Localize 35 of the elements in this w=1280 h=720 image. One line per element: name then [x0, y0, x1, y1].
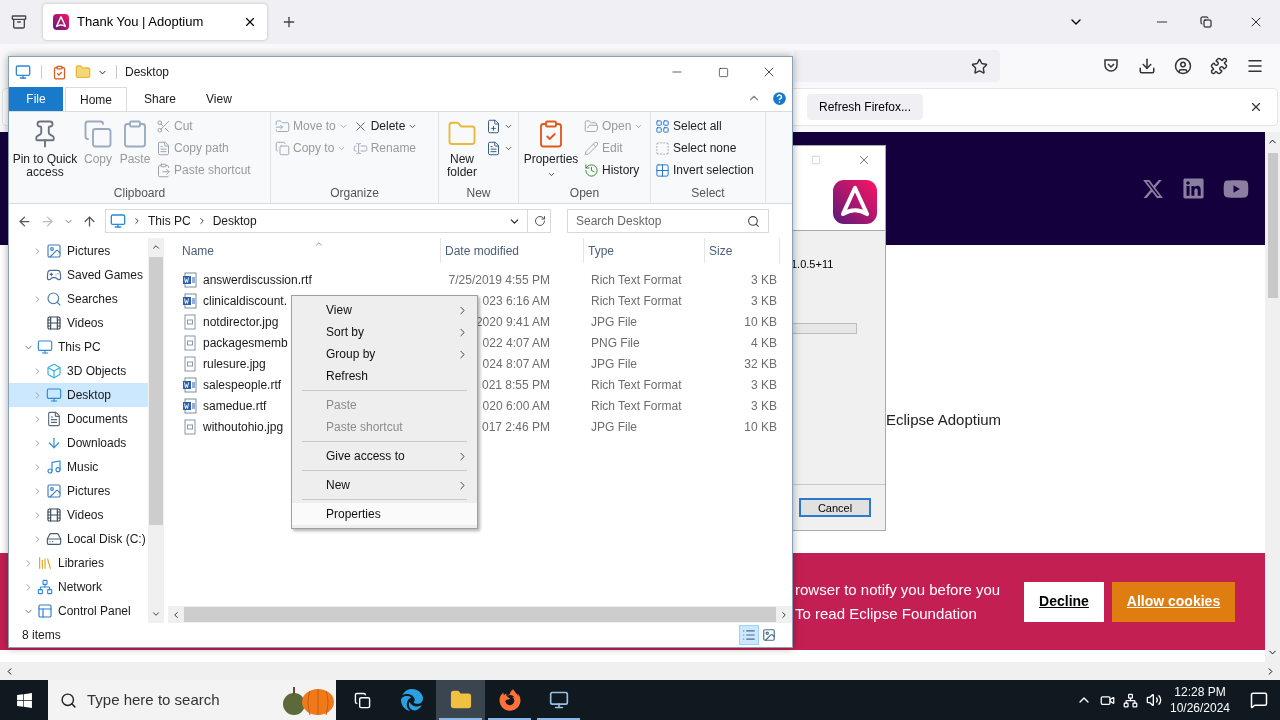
table-cell-text: 7/25/2019 4:55 PM: [447, 271, 551, 289]
group-label: New: [465, 186, 492, 201]
table-cell-text: 32 KB: [743, 355, 777, 373]
table-cell-text: 022 4:07 AM: [481, 334, 551, 352]
table-cell-text: Rich Text Format: [590, 397, 683, 415]
status-text: 8 items: [22, 627, 61, 644]
table-cell-text: 2020 9:41 AM: [474, 313, 551, 331]
table-cell-text: 3 KB: [750, 376, 777, 394]
body-text: Eclipse Adoptium: [886, 411, 1002, 428]
table-cell-text: 020 6:00 AM: [481, 397, 551, 415]
table-cell-text: 023 6:16 AM: [481, 292, 551, 310]
table-cell-text: JPG File: [590, 418, 638, 436]
table-cell-text: Rich Text Format: [590, 271, 683, 289]
table-cell-text: Rich Text Format: [590, 292, 683, 310]
window-title: Desktop: [125, 64, 170, 81]
table-cell-text: 3 KB: [750, 397, 777, 415]
table-cell-text: 024 8:07 AM: [481, 355, 551, 373]
table-cell-text: 3 KB: [750, 292, 777, 310]
group-label: Open: [568, 186, 601, 201]
table-cell-text: Rich Text Format: [590, 376, 683, 394]
version-text: 1.0.5+11: [791, 257, 835, 272]
table-cell-text: 10 KB: [743, 313, 777, 331]
table-cell-text: 3 KB: [750, 271, 777, 289]
table-cell-text: PNG File: [590, 334, 641, 352]
group-label: Clipboard: [112, 186, 167, 201]
cookie-text: To read Eclipse Foundation: [795, 603, 978, 624]
table-cell-text: JPG File: [590, 355, 638, 373]
table-cell-text: 017 2:46 PM: [480, 418, 551, 436]
table-cell-text: 021 8:55 PM: [480, 376, 551, 394]
table-cell-text: JPG File: [590, 313, 638, 331]
table-cell-text: 4 KB: [750, 334, 777, 352]
group-label: Organize: [329, 186, 380, 201]
cookie-text: rowser to notify you before you: [795, 579, 1002, 600]
group-label: Select: [690, 186, 726, 201]
table-cell-text: 10 KB: [743, 418, 777, 436]
